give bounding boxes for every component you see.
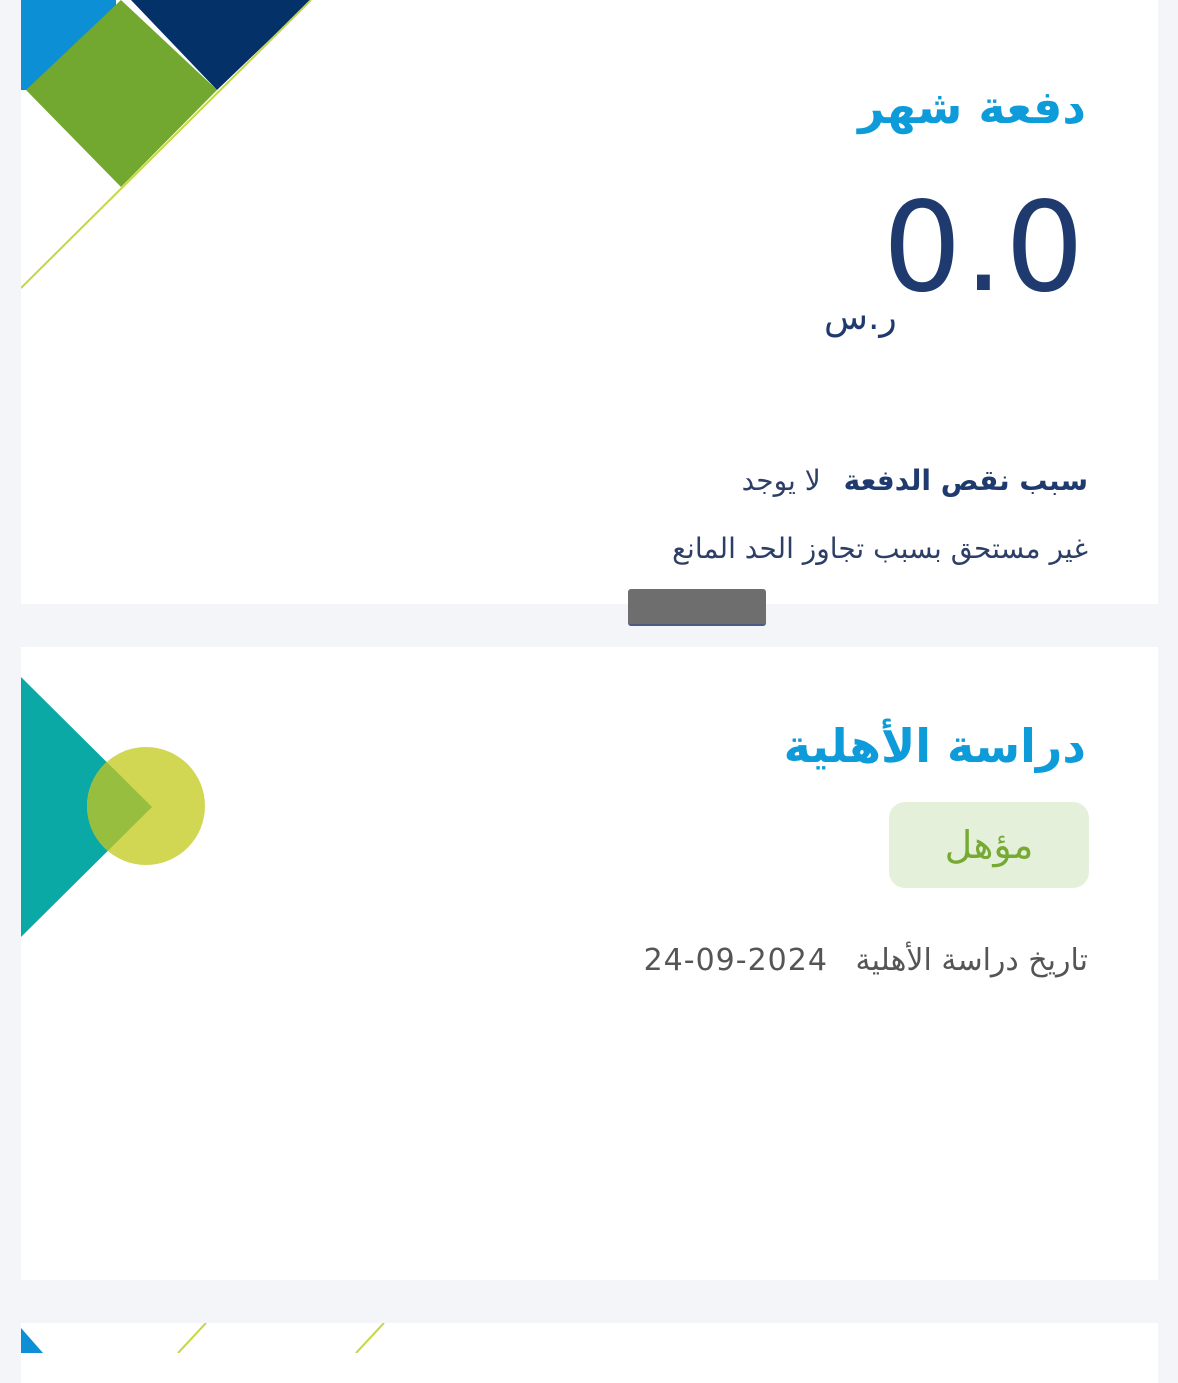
eligibility-title: دراسة الأهلية xyxy=(783,719,1086,773)
scroll-handle[interactable] xyxy=(628,589,766,626)
decorative-shapes xyxy=(21,677,205,937)
eligibility-study-card: دراسة الأهلية مؤهل تاريخ دراسة الأهلية 2… xyxy=(21,647,1158,1280)
decorative-shapes xyxy=(21,1323,385,1353)
eligibility-date-value: 24-09-2024 xyxy=(643,943,828,978)
eligibility-date-label: تاريخ دراسة الأهلية xyxy=(855,943,1089,978)
decorative-shapes xyxy=(21,0,312,289)
eligibility-date: تاريخ دراسة الأهلية 24-09-2024 xyxy=(644,943,1088,978)
next-card xyxy=(21,1323,1158,1383)
currency-label: ر.س xyxy=(824,297,897,338)
status-badge: مؤهل xyxy=(889,802,1089,888)
eligibility-note: غير مستحق بسبب تجاوز الحد المانع xyxy=(672,532,1088,565)
payment-title: دفعة شهر xyxy=(858,80,1086,134)
shortage-reason-value: لا يوجد xyxy=(741,464,821,497)
payment-amount: 0.0 xyxy=(882,176,1086,320)
shortage-reason: سبب نقص الدفعة لا يوجد xyxy=(742,464,1088,497)
shortage-reason-label: سبب نقص الدفعة xyxy=(843,464,1088,497)
monthly-payment-card: دفعة شهر 0.0 ر.س سبب نقص الدفعة لا يوجد … xyxy=(21,0,1158,604)
